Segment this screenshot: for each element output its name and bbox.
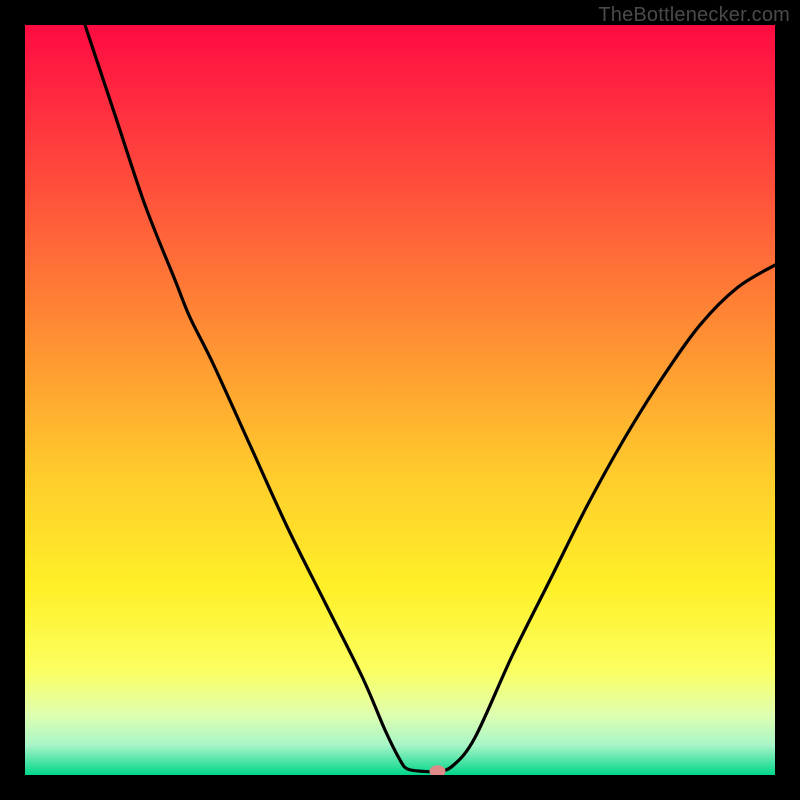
bottleneck-chart xyxy=(25,25,775,775)
chart-frame: TheBottlenecker.com xyxy=(0,0,800,800)
chart-background xyxy=(25,25,775,775)
watermark-text: TheBottlenecker.com xyxy=(598,4,790,27)
chart-svg xyxy=(25,25,775,775)
